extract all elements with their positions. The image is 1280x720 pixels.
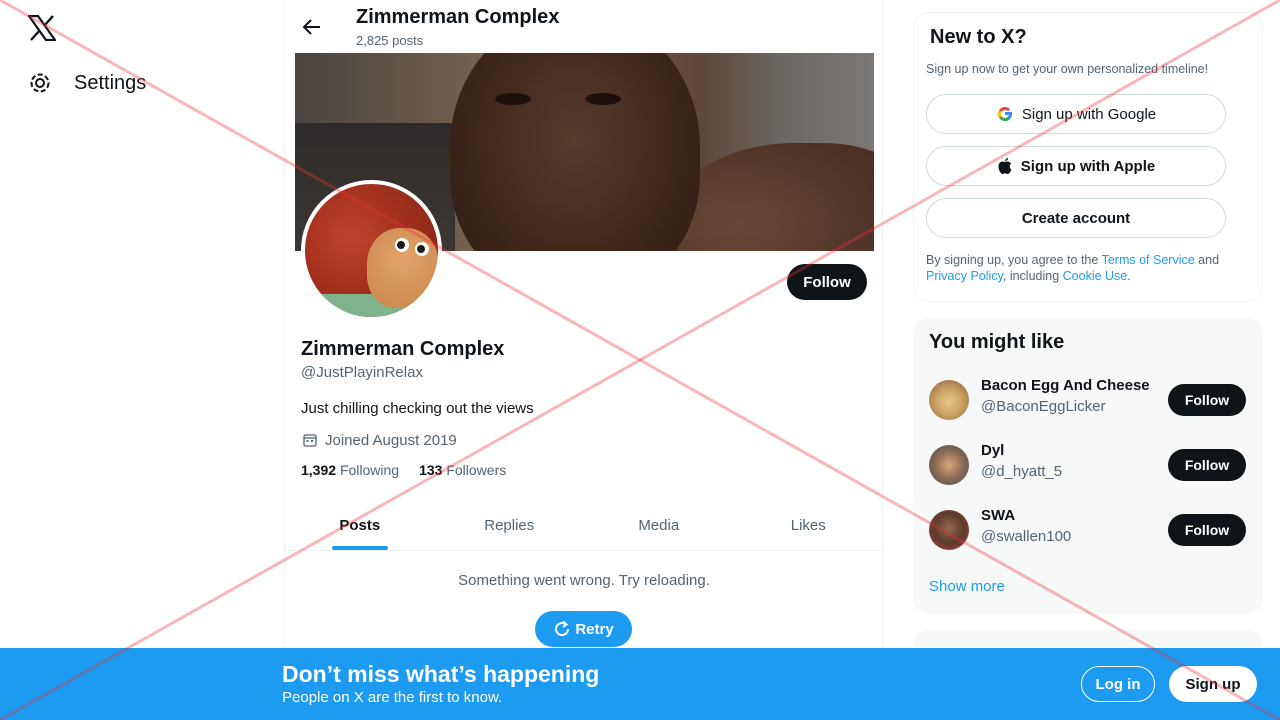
followers-link[interactable]: 133 Followers <box>419 462 506 478</box>
profile-handle: @JustPlayinRelax <box>301 364 423 381</box>
refresh-icon <box>555 620 570 637</box>
header-title: Zimmerman Complex <box>356 6 560 28</box>
bottom-signup-bar: Don’t miss what’s happening People on X … <box>0 648 1280 720</box>
follow-button[interactable]: Follow <box>1168 449 1246 481</box>
signup-button[interactable]: Sign up <box>1169 666 1257 702</box>
new-to-x-title: New to X? <box>930 26 1027 48</box>
suggestion-handle: @swallen100 <box>981 528 1072 545</box>
follow-button[interactable]: Follow <box>1168 514 1246 546</box>
google-icon <box>997 106 1012 122</box>
you-might-like-card: You might like Bacon Egg And Cheese @Bac… <box>913 318 1263 614</box>
new-to-x-card: New to X? Sign up now to get your own pe… <box>913 12 1263 302</box>
post-count: 2,825 posts <box>356 33 424 48</box>
new-to-x-subtitle: Sign up now to get your own personalized… <box>926 62 1209 76</box>
joined-text: Joined August 2019 <box>325 431 457 449</box>
legal-text: By signing up, you agree to the Terms of… <box>926 253 1220 283</box>
follow-button[interactable]: Follow <box>787 264 867 300</box>
suggestion-name: SWA <box>981 507 1016 524</box>
tab-media[interactable]: Media <box>584 500 734 550</box>
suggestion-name: Dyl <box>981 442 1005 459</box>
retry-button[interactable]: Retry <box>535 611 632 647</box>
suggestion-handle: @d_hyatt_5 <box>981 463 1063 480</box>
tab-likes[interactable]: Likes <box>734 500 884 550</box>
signup-apple-button[interactable]: Sign up with Apple <box>926 146 1226 186</box>
joined-date: Joined August 2019 <box>301 431 457 449</box>
suggestion-name: Bacon Egg And Cheese <box>981 377 1150 394</box>
profile-bio: Just chilling checking out the views <box>301 400 534 417</box>
arrow-left-icon <box>303 19 320 35</box>
calendar-icon <box>301 431 319 449</box>
profile-name: Zimmerman Complex <box>301 338 505 360</box>
avatar[interactable] <box>929 445 969 485</box>
profile-header: Zimmerman Complex 2,825 posts <box>285 0 883 53</box>
back-button[interactable] <box>297 12 327 42</box>
tab-posts[interactable]: Posts <box>285 500 435 550</box>
cookie-link[interactable]: Cookie Use <box>1063 269 1128 283</box>
nav-settings[interactable]: Settings <box>26 64 146 102</box>
login-button[interactable]: Log in <box>1081 666 1155 702</box>
signup-google-button[interactable]: Sign up with Google <box>926 94 1226 134</box>
profile-column: Zimmerman Complex 2,825 posts Follow Zim… <box>284 0 883 720</box>
apple-icon <box>998 158 1012 174</box>
privacy-link[interactable]: Privacy Policy <box>926 269 1003 283</box>
follow-stats: 1,392 Following 133 Followers <box>301 462 506 478</box>
nav-settings-label: Settings <box>74 71 147 94</box>
show-more-link[interactable]: Show more <box>929 578 1005 595</box>
avatar[interactable] <box>929 510 969 550</box>
profile-avatar[interactable] <box>301 180 442 321</box>
profile-tabs: Posts Replies Media Likes <box>285 500 883 551</box>
suggestion-item[interactable]: SWA @swallen100 Follow <box>929 502 1247 558</box>
you-might-like-title: You might like <box>929 331 1065 353</box>
follow-button[interactable]: Follow <box>1168 384 1246 416</box>
tab-replies[interactable]: Replies <box>435 500 585 550</box>
avatar[interactable] <box>929 380 969 420</box>
suggestion-handle: @BaconEggLicker <box>981 398 1106 415</box>
suggestion-item[interactable]: Bacon Egg And Cheese @BaconEggLicker Fol… <box>929 372 1247 428</box>
left-nav: Settings <box>0 0 284 720</box>
error-message: Something went wrong. Try reloading. <box>458 572 710 589</box>
bottom-bar-title: Don’t miss what’s happening <box>282 661 600 687</box>
bottom-bar-subtitle: People on X are the first to know. <box>282 689 503 706</box>
following-link[interactable]: 1,392 Following <box>301 462 399 478</box>
gear-icon <box>26 69 54 97</box>
x-logo-icon[interactable] <box>26 12 58 44</box>
terms-link[interactable]: Terms of Service <box>1102 253 1195 267</box>
suggestion-item[interactable]: Dyl @d_hyatt_5 Follow <box>929 437 1247 493</box>
create-account-button[interactable]: Create account <box>926 198 1226 238</box>
